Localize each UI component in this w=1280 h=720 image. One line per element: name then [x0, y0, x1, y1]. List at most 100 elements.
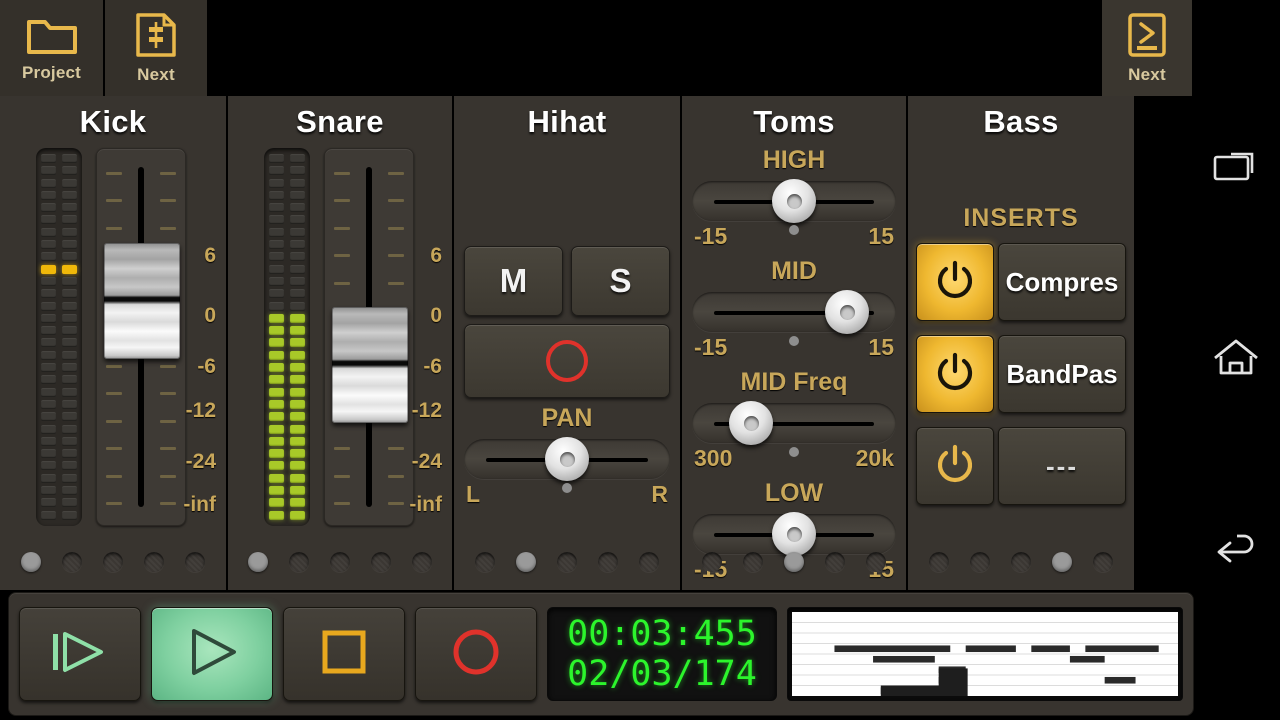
insert-power-button-2[interactable] — [916, 335, 994, 413]
page-dot-1[interactable] — [702, 552, 722, 572]
page-dots-bass[interactable] — [908, 534, 1134, 590]
insert-name-button-2[interactable]: BandPas — [998, 335, 1126, 413]
eq-knob[interactable] — [729, 401, 773, 445]
meter-segment — [269, 252, 284, 261]
channel-strip-snare[interactable]: Snare 60-6-12-24-inf — [228, 96, 454, 590]
next-screen-button-label: Next — [1128, 65, 1166, 85]
page-dot-1[interactable] — [475, 552, 495, 572]
project-button[interactable]: Project — [0, 0, 104, 96]
page-dot-4[interactable] — [598, 552, 618, 572]
fader-tick — [106, 172, 122, 175]
page-dot-2[interactable] — [743, 552, 763, 572]
page-dot-5[interactable] — [412, 552, 432, 572]
meter-segment — [62, 314, 77, 323]
page-dot-3[interactable] — [1011, 552, 1031, 572]
fader-tick — [106, 447, 122, 450]
eq-knob[interactable] — [825, 290, 869, 334]
next-screen-button[interactable]: Next — [1102, 0, 1192, 96]
eq-slider[interactable] — [692, 288, 896, 334]
eq-knob[interactable] — [772, 179, 816, 223]
stop-button[interactable] — [283, 607, 405, 701]
fader-tick — [334, 172, 350, 175]
meter-segment — [62, 166, 77, 175]
meter-segment — [269, 388, 284, 397]
fader-tick — [334, 502, 350, 505]
page-dot-2[interactable] — [289, 552, 309, 572]
power-icon — [933, 258, 977, 307]
page-dot-4[interactable] — [1052, 552, 1072, 572]
page-dot-3[interactable] — [330, 552, 350, 572]
meter-segment — [269, 154, 284, 163]
page-dot-3[interactable] — [784, 552, 804, 572]
meter-segment — [41, 265, 56, 274]
eq-slider[interactable] — [692, 177, 896, 223]
solo-button-hihat[interactable]: S — [571, 246, 670, 316]
meter-segment — [41, 412, 56, 421]
page-dot-1[interactable] — [929, 552, 949, 572]
page-dot-2[interactable] — [62, 552, 82, 572]
channel-strip-hihat[interactable]: Hihat M S PAN L R — [454, 96, 682, 590]
recents-icon — [1212, 146, 1260, 191]
page-dot-2[interactable] — [516, 552, 536, 572]
meter-segment — [290, 425, 305, 434]
meter-segment — [269, 302, 284, 311]
page-dots-kick[interactable] — [0, 534, 226, 590]
page-dot-3[interactable] — [103, 552, 123, 572]
page-dot-5[interactable] — [639, 552, 659, 572]
eq-endpoints: -1515 — [692, 334, 896, 362]
overflow-menu-button[interactable] — [1192, 0, 1280, 96]
page-dots-hihat[interactable] — [454, 534, 680, 590]
page-dot-3[interactable] — [557, 552, 577, 572]
home-button[interactable] — [1192, 312, 1280, 408]
mixer-page-icon — [134, 12, 178, 63]
insert-name-button-1[interactable]: Compres — [998, 243, 1126, 321]
channel-strip-toms[interactable]: Toms HIGH-1515MID-1515MID Freq30020kLOW-… — [682, 96, 908, 590]
meter-segment — [290, 191, 305, 200]
next-page-button-left[interactable]: Next — [105, 0, 208, 96]
meter-segment — [41, 437, 56, 446]
insert-name-button-3[interactable]: --- — [998, 427, 1126, 505]
pan-slider-hihat[interactable] — [464, 435, 670, 481]
page-dot-5[interactable] — [185, 552, 205, 572]
page-dot-5[interactable] — [866, 552, 886, 572]
mute-button-hihat[interactable]: M — [464, 246, 563, 316]
play-button[interactable] — [151, 607, 273, 701]
recents-button[interactable] — [1192, 120, 1280, 216]
page-dot-4[interactable] — [144, 552, 164, 572]
meter-segment — [62, 486, 77, 495]
record-button[interactable] — [415, 607, 537, 701]
page-dot-2[interactable] — [970, 552, 990, 572]
page-dot-1[interactable] — [248, 552, 268, 572]
fader-tick — [334, 282, 350, 285]
eq-min-label: -15 — [694, 223, 727, 250]
meter-segment — [269, 215, 284, 224]
pan-knob-hihat[interactable] — [545, 437, 589, 481]
page-dots-toms[interactable] — [682, 534, 906, 590]
page-dot-5[interactable] — [1093, 552, 1113, 572]
meter-segment — [62, 375, 77, 384]
meter-segment — [290, 265, 305, 274]
eq-slider[interactable] — [692, 399, 896, 445]
page-dots-snare[interactable] — [228, 534, 452, 590]
meter-segment — [41, 215, 56, 224]
page-dot-4[interactable] — [371, 552, 391, 572]
page-dot-1[interactable] — [21, 552, 41, 572]
time-display[interactable]: 00:03:455 02/03/174 — [547, 607, 777, 701]
channel-name-bass: Bass — [908, 96, 1134, 140]
fader-tick — [334, 227, 350, 230]
meter-segment — [62, 191, 77, 200]
home-icon — [1211, 336, 1261, 385]
meter-segment — [41, 166, 56, 175]
insert-power-button-1[interactable] — [916, 243, 994, 321]
insert-power-button-3[interactable] — [916, 427, 994, 505]
channel-strip-kick[interactable]: Kick 60-6-12-24-inf — [0, 96, 228, 590]
rewind-to-start-button[interactable] — [19, 607, 141, 701]
record-arm-button-hihat[interactable] — [464, 324, 670, 398]
insert-slot-3: --- — [916, 427, 1126, 505]
back-button[interactable] — [1192, 504, 1280, 600]
record-icon — [449, 625, 503, 684]
inserts-page-bass: INSERTS CompresBandPas--- — [908, 204, 1134, 519]
pattern-overview[interactable] — [787, 607, 1183, 701]
page-dot-4[interactable] — [825, 552, 845, 572]
channel-strip-bass[interactable]: Bass INSERTS CompresBandPas--- — [908, 96, 1136, 590]
